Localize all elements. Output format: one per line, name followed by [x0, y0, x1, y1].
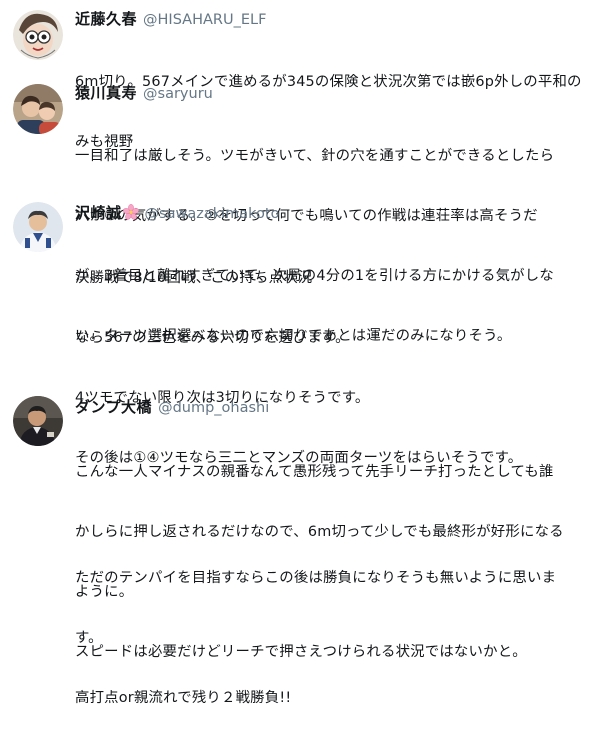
avatar[interactable] [13, 10, 63, 60]
cherry-blossom-icon [122, 204, 139, 220]
tweet-text: こんな一人マイナスの親番なんて愚形残って先手リーチ打ったとしても誰 かしらに押し… [75, 422, 590, 702]
tweet-header: 沢崎誠 @sawazakimakoto [75, 203, 279, 223]
avatar[interactable] [13, 202, 63, 252]
tweet-3: 沢崎誠 @sawazakimakoto 決勝戦で8/10回戦、この持ち点状況 な… [0, 200, 600, 706]
tweet-text-line: 一目和了は厳しそう。ツモがきいて、針の穴を通すことができるとしたら [75, 148, 555, 164]
tweet-text-line: ように。 [75, 584, 134, 600]
two-people-photo-avatar-icon [13, 84, 63, 134]
user-handle[interactable]: @dump_ohashi [158, 400, 269, 416]
display-name[interactable]: 猿川真寿 [75, 84, 137, 102]
tweet-text-line: こんな一人マイナスの親番なんて愚形残って先手リーチ打ったとしても誰 [75, 464, 554, 480]
tweet-2: 猿川真寿 @saryuru 一目和了は厳しそう。ツモがきいて、針の穴を通すことがで… [0, 83, 600, 344]
avatar[interactable] [13, 84, 63, 134]
tweet-header: ダンプ大橋 @dump_ohashi [75, 397, 269, 417]
man-in-uniform-avatar-icon [13, 202, 63, 252]
tweet-text-line: スピードは必要だけどリーチで押さえつけられる状況ではないかと。 [75, 644, 527, 660]
tweet-text-line: 決勝戦で8/10回戦、この持ち点状況 [75, 270, 313, 286]
cartoon-face-avatar-icon [13, 10, 63, 60]
tweet-text-line: かしらに押し返されるだけなので、6m切って少しでも最終形が好形になる [75, 524, 564, 540]
tweet-text-line: なら567の三色をみる六切りを選びます。 [75, 330, 350, 346]
tweet-feed: 近藤久春 @HISAHARU_ELF 6m切り。567メインで進めるが345の保険… [0, 0, 600, 706]
man-in-suit-avatar-icon [13, 396, 63, 446]
avatar[interactable] [13, 396, 63, 446]
user-handle[interactable]: @sawazakimakoto [145, 206, 280, 222]
tweet-header: 近藤久春 @HISAHARU_ELF [75, 9, 266, 29]
display-name[interactable]: 近藤久春 [75, 10, 137, 28]
user-handle[interactable]: @HISAHARU_ELF [143, 12, 266, 28]
display-name[interactable]: ダンプ大橋 [75, 398, 152, 416]
tweet-1: 近藤久春 @HISAHARU_ELF 6m切り。567メインで進めるが345の保険… [0, 9, 600, 150]
display-name[interactable]: 沢崎誠 [75, 204, 122, 222]
tweet-header: 猿川真寿 @saryuru [75, 83, 213, 103]
user-handle[interactable]: @saryuru [143, 86, 213, 102]
tweet-4: ダンプ大橋 @dump_ohashi こんな一人マイナスの親番なんて愚形残って先手… [0, 396, 600, 660]
